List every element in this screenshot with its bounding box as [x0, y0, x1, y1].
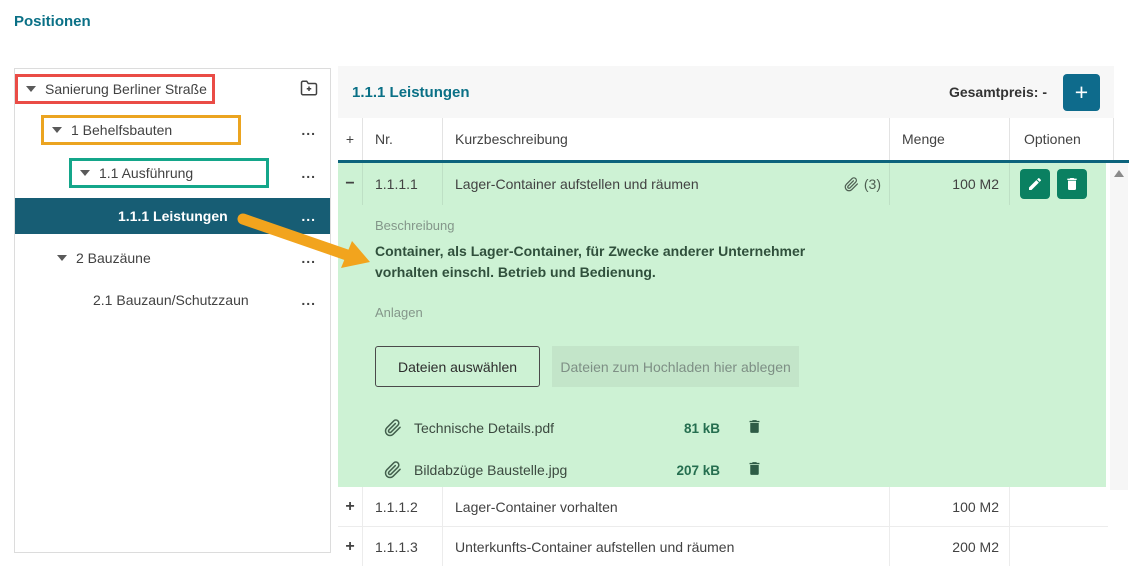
- pencil-icon: [1027, 176, 1043, 192]
- paperclip-icon: [844, 177, 859, 192]
- file-size: 207 kB: [644, 463, 720, 478]
- column-header-nr: Nr.: [363, 118, 443, 160]
- table-row: + 1.1.1.3 Unterkunfts-Container aufstell…: [338, 527, 1108, 566]
- file-dropzone[interactable]: Dateien zum Hochladen hier ablegen: [552, 346, 799, 387]
- caret-down-icon[interactable]: [57, 255, 67, 261]
- page-title: Positionen: [14, 13, 91, 30]
- delete-row-button[interactable]: [1057, 169, 1087, 199]
- tree-item-ausfuehrung[interactable]: 1.1 Ausführung ...: [15, 158, 330, 188]
- column-header-kurzbeschreibung: Kurzbeschreibung: [443, 118, 890, 160]
- attachments-label: Anlagen: [375, 305, 1106, 320]
- annotation-box-teal: 1.1 Ausführung: [69, 158, 269, 188]
- trash-icon: [1064, 176, 1080, 192]
- column-header-optionen: Optionen: [1010, 118, 1114, 160]
- collapse-row-button[interactable]: −: [338, 163, 363, 205]
- file-name: Technische Details.pdf: [414, 420, 644, 436]
- attachment-count-badge: (3): [844, 176, 881, 192]
- row-description: Lager-Container aufstellen und räumen: [455, 176, 699, 192]
- caret-down-icon[interactable]: [80, 170, 90, 176]
- tree-item-menu-icon[interactable]: ...: [301, 125, 316, 135]
- edit-row-button[interactable]: [1020, 169, 1050, 199]
- annotation-box-orange: 1 Behelfsbauten: [41, 115, 241, 145]
- select-files-button[interactable]: Dateien auswählen: [375, 346, 540, 387]
- row-description: Lager-Container vorhalten: [443, 487, 890, 526]
- tree-item-menu-icon[interactable]: ...: [301, 253, 316, 263]
- tree-item-sanierung-berliner-strasse[interactable]: Sanierung Berliner Straße: [15, 74, 330, 104]
- position-tree-panel: Sanierung Berliner Straße 1 Behelfsbaute…: [14, 68, 331, 553]
- panel-title: 1.1.1 Leistungen: [352, 84, 470, 101]
- file-size: 81 kB: [644, 421, 720, 436]
- table-header: + Nr. Kurzbeschreibung Menge Optionen: [338, 118, 1129, 160]
- column-header-toggle: +: [338, 118, 363, 160]
- table-row: + 1.1.1.2 Lager-Container vorhalten 100 …: [338, 487, 1108, 527]
- tree-item-menu-icon[interactable]: ...: [301, 295, 316, 305]
- tree-item-label: 2 Bauzäune: [76, 250, 151, 266]
- add-folder-icon[interactable]: [298, 79, 320, 99]
- description-label: Beschreibung: [375, 218, 1106, 233]
- paperclip-icon: [384, 461, 402, 479]
- expand-row-button[interactable]: +: [338, 527, 363, 566]
- scroll-up-arrow-icon[interactable]: [1114, 170, 1124, 177]
- file-name: Bildabzüge Baustelle.jpg: [414, 462, 644, 478]
- tree-item-label: 1.1 Ausführung: [99, 165, 193, 181]
- row-nr: 1.1.1.2: [363, 487, 443, 526]
- delete-file-button[interactable]: [744, 418, 764, 438]
- attachment-list-item: Bildabzüge Baustelle.jpg 207 kB: [384, 449, 1106, 491]
- expand-row-button[interactable]: +: [338, 487, 363, 526]
- panel-header: 1.1.1 Leistungen Gesamtpreis: - +: [338, 66, 1114, 118]
- row-quantity: 100 M2: [890, 487, 1010, 526]
- tree-item-label: 2.1 Bauzaun/Schutzzaun: [93, 292, 249, 308]
- tree-item-label: 1.1.1 Leistungen: [118, 208, 228, 224]
- caret-down-icon[interactable]: [26, 86, 36, 92]
- tree-item-behelfsbauten[interactable]: 1 Behelfsbauten ...: [15, 115, 330, 145]
- trash-icon: [746, 418, 763, 435]
- row-quantity: 100 M2: [890, 163, 1010, 205]
- expanded-position-row: − 1.1.1.1 Lager-Container aufstellen und…: [338, 163, 1106, 487]
- column-header-menge: Menge: [890, 118, 1010, 160]
- tree-item-menu-icon[interactable]: ...: [301, 211, 316, 221]
- caret-down-icon[interactable]: [52, 127, 62, 133]
- row-quantity: 200 M2: [890, 527, 1010, 566]
- total-price: Gesamtpreis: -: [949, 84, 1047, 100]
- trash-icon: [746, 460, 763, 477]
- tree-item-menu-icon[interactable]: ...: [301, 168, 316, 178]
- tree-item-leistungen-selected[interactable]: 1.1.1 Leistungen ...: [15, 198, 330, 234]
- row-nr: 1.1.1.3: [363, 527, 443, 566]
- tree-item-label: 1 Behelfsbauten: [71, 122, 172, 138]
- tree-item-bauzaun-schutzzaun[interactable]: 2.1 Bauzaun/Schutzzaun ...: [15, 285, 330, 315]
- delete-file-button[interactable]: [744, 460, 764, 480]
- vertical-scrollbar[interactable]: [1110, 163, 1128, 490]
- add-position-button[interactable]: +: [1063, 74, 1100, 111]
- paperclip-icon: [384, 419, 402, 437]
- row-description: Unterkunfts-Container aufstellen und räu…: [443, 527, 890, 566]
- table-row: − 1.1.1.1 Lager-Container aufstellen und…: [338, 163, 1106, 205]
- tree-item-label: Sanierung Berliner Straße: [45, 81, 207, 97]
- row-nr: 1.1.1.1: [363, 163, 443, 205]
- annotation-box-red: Sanierung Berliner Straße: [15, 74, 215, 104]
- description-text: Container, als Lager-Container, für Zwec…: [375, 241, 845, 283]
- attachment-list-item: Technische Details.pdf 81 kB: [384, 407, 1106, 449]
- tree-item-bauzaeune[interactable]: 2 Bauzäune ...: [15, 243, 330, 273]
